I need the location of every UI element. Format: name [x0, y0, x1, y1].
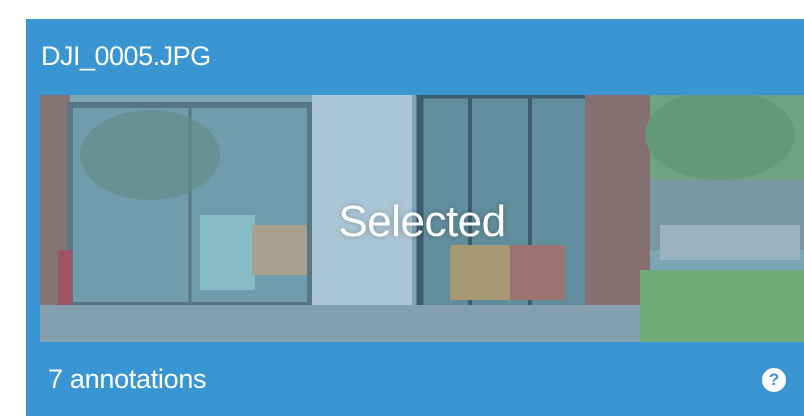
annotation-count: 7 annotations: [48, 364, 207, 394]
question-circle-icon[interactable]: ?: [762, 368, 786, 392]
card-footer: 7 annotations ?: [26, 342, 804, 416]
selected-label: Selected: [338, 197, 506, 246]
image-thumbnail[interactable]: Selected: [40, 95, 804, 342]
image-filename: DJI_0005.JPG: [41, 41, 211, 71]
image-card[interactable]: DJI_0005.JPG Selected 7 annotations ?: [26, 19, 804, 416]
